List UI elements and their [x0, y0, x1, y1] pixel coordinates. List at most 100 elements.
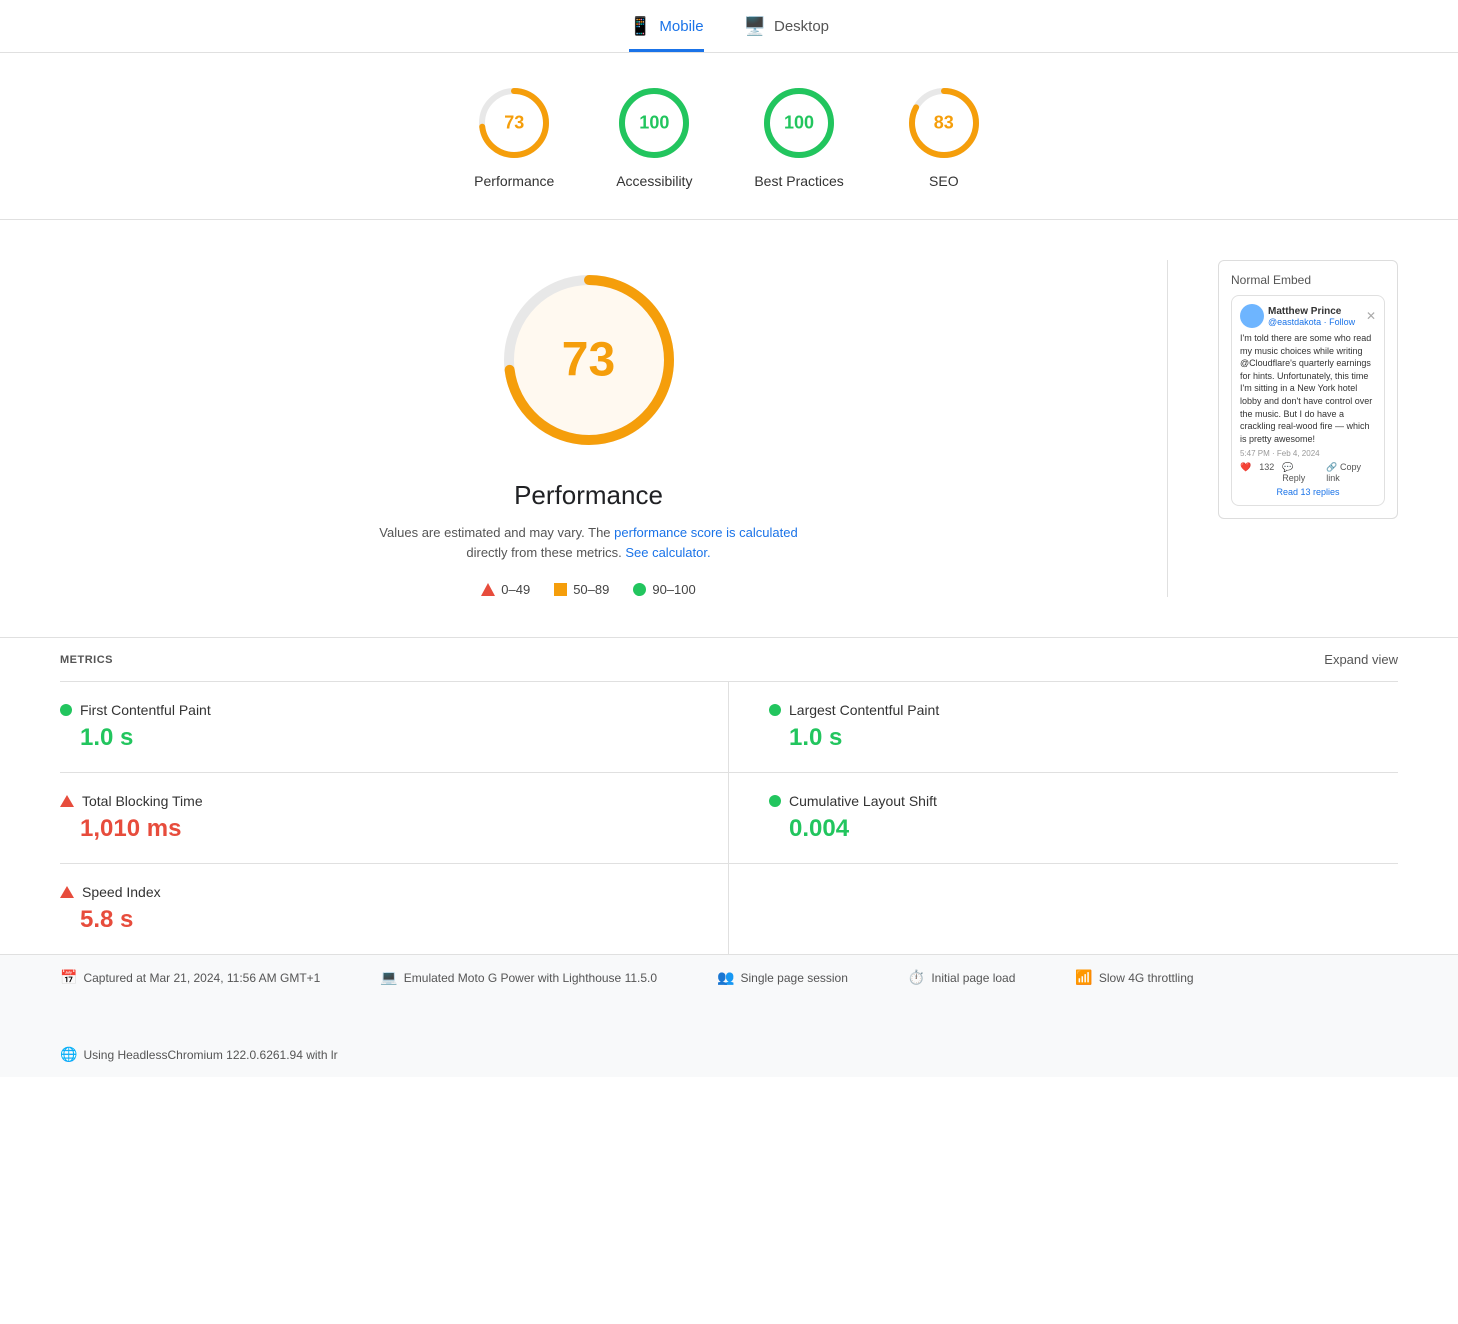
footer-device-text: Emulated Moto G Power with Lighthouse 11… [404, 971, 657, 985]
score-value-seo: 83 [934, 113, 954, 134]
tab-mobile[interactable]: 📱 Mobile [629, 16, 704, 52]
expand-view-button[interactable]: Expand view [1324, 652, 1398, 667]
tweet-like-icon: ❤️ [1240, 462, 1251, 483]
metric-header-lcp: Largest Contentful Paint [769, 702, 1398, 718]
gauge-best-practices: 100 [759, 83, 839, 163]
embed-card: Normal Embed Matthew Prince @eastdakota … [1218, 260, 1398, 519]
score-card-seo[interactable]: 83 SEO [904, 83, 984, 189]
metrics-label: METRICS [60, 654, 113, 666]
footer-item-browser: 🌐 Using HeadlessChromium 122.0.6261.94 w… [60, 1046, 338, 1063]
performance-score-link[interactable]: performance score is calculated [614, 525, 798, 540]
tweet-username: Matthew Prince [1268, 306, 1355, 317]
legend-range-avg: 50–89 [573, 582, 609, 597]
metric-indicator-fcp [60, 704, 72, 716]
footer-item-throttling: 📶 Slow 4G throttling [1075, 969, 1193, 986]
metric-name-cls: Cumulative Layout Shift [789, 793, 937, 809]
legend-range-bad: 0–49 [501, 582, 530, 597]
performance-description: Values are estimated and may vary. The p… [379, 523, 797, 562]
score-row: 73 Performance 100 Accessibility 100 Bes… [0, 53, 1458, 220]
score-value-performance: 73 [504, 113, 524, 134]
metric-name-si: Speed Index [82, 884, 161, 900]
metric-item-fcp: First Contentful Paint 1.0 s [60, 682, 729, 773]
laptop-icon: 💻 [380, 969, 397, 986]
tweet-replies-link[interactable]: Read 13 replies [1276, 487, 1339, 497]
metric-item-si: Speed Index 5.8 s [60, 864, 729, 954]
main-content: 73 Performance Values are estimated and … [0, 220, 1458, 637]
tweet-avatar [1240, 304, 1264, 328]
footer-session-text: Single page session [740, 971, 847, 985]
metrics-header: METRICS Expand view [60, 638, 1398, 681]
score-value-accessibility: 100 [639, 113, 669, 134]
tab-desktop-label: Desktop [774, 18, 829, 35]
metric-header-fcp: First Contentful Paint [60, 702, 688, 718]
footer-throttling-text: Slow 4G throttling [1099, 971, 1194, 985]
desktop-icon: 🖥️ [744, 16, 766, 37]
score-card-performance[interactable]: 73 Performance [474, 83, 554, 189]
tweet-user-info: Matthew Prince @eastdakota · Follow [1268, 306, 1355, 327]
performance-desc-continued: directly from these metrics. [466, 545, 621, 560]
score-card-best-practices[interactable]: 100 Best Practices [754, 83, 843, 189]
gauge-accessibility: 100 [614, 83, 694, 163]
footer-item-session: 👥 Single page session [717, 969, 848, 986]
timer-icon: ⏱️ [908, 969, 925, 986]
footer-item-device: 💻 Emulated Moto G Power with Lighthouse … [380, 969, 657, 986]
tweet-body: I'm told there are some who read my musi… [1240, 332, 1376, 445]
metric-name-lcp: Largest Contentful Paint [789, 702, 939, 718]
metric-value-lcp: 1.0 s [789, 724, 1398, 752]
metric-value-tbt: 1,010 ms [80, 815, 688, 843]
footer-browser-text: Using HeadlessChromium 122.0.6261.94 wit… [83, 1048, 337, 1062]
tweet-header: Matthew Prince @eastdakota · Follow ✕ [1240, 304, 1376, 328]
legend-item-bad: 0–49 [481, 582, 530, 597]
footer-load-text: Initial page load [931, 971, 1015, 985]
legend-square-icon [554, 583, 567, 596]
calculator-link-text: See calculator. [625, 545, 710, 560]
metric-item-lcp: Largest Contentful Paint 1.0 s [729, 682, 1398, 773]
score-card-accessibility[interactable]: 100 Accessibility [614, 83, 694, 189]
tab-bar: 📱 Mobile 🖥️ Desktop [0, 0, 1458, 53]
calendar-icon: 📅 [60, 969, 77, 986]
tweet-read-replies[interactable]: Read 13 replies [1240, 487, 1376, 497]
tweet-close-button[interactable]: ✕ [1366, 309, 1376, 323]
performance-desc-text: Values are estimated and may vary. The [379, 525, 610, 540]
score-value-best-practices: 100 [784, 113, 814, 134]
legend-item-good: 90–100 [633, 582, 695, 597]
metric-indicator-cls [769, 795, 781, 807]
legend-circle-icon [633, 583, 646, 596]
tweet-actions: ❤️ 132 💬 Reply 🔗 Copy link [1240, 462, 1376, 483]
calculator-link[interactable]: See calculator. [625, 545, 710, 560]
footer-item-captured: 📅 Captured at Mar 21, 2024, 11:56 AM GMT… [60, 969, 320, 986]
score-label-accessibility: Accessibility [616, 173, 692, 189]
left-panel: 73 Performance Values are estimated and … [60, 260, 1117, 597]
metric-value-fcp: 1.0 s [80, 724, 688, 752]
mobile-icon: 📱 [629, 16, 651, 37]
tab-mobile-label: Mobile [659, 18, 703, 35]
right-panel: Normal Embed Matthew Prince @eastdakota … [1218, 260, 1398, 597]
panel-divider [1167, 260, 1168, 597]
main-score-title: Performance [514, 480, 663, 511]
embed-tweet: Matthew Prince @eastdakota · Follow ✕ I'… [1231, 295, 1385, 506]
score-label-best-practices: Best Practices [754, 173, 843, 189]
tweet-handle: @eastdakota · Follow [1268, 317, 1355, 327]
metric-indicator-si [60, 886, 74, 898]
big-gauge-container: 73 [489, 260, 689, 460]
metric-header-si: Speed Index [60, 884, 688, 900]
gauge-seo: 83 [904, 83, 984, 163]
metric-indicator-tbt [60, 795, 74, 807]
metric-header-tbt: Total Blocking Time [60, 793, 688, 809]
tweet-copy-button[interactable]: 🔗 Copy link [1326, 462, 1376, 483]
metric-value-cls: 0.004 [789, 815, 1398, 843]
metric-name-tbt: Total Blocking Time [82, 793, 203, 809]
users-icon: 👥 [717, 969, 734, 986]
score-label-seo: SEO [929, 173, 959, 189]
footer-captured-text: Captured at Mar 21, 2024, 11:56 AM GMT+1 [83, 971, 320, 985]
metric-header-cls: Cumulative Layout Shift [769, 793, 1398, 809]
globe-icon: 🌐 [60, 1046, 77, 1063]
metric-item-tbt: Total Blocking Time 1,010 ms [60, 773, 729, 864]
metric-item-cls: Cumulative Layout Shift 0.004 [729, 773, 1398, 864]
tab-desktop[interactable]: 🖥️ Desktop [744, 16, 829, 52]
metric-value-si: 5.8 s [80, 906, 688, 934]
metrics-grid-empty [729, 864, 1398, 954]
footer: 📅 Captured at Mar 21, 2024, 11:56 AM GMT… [0, 954, 1458, 1077]
signal-icon: 📶 [1075, 969, 1092, 986]
tweet-reply-button[interactable]: 💬 Reply [1282, 462, 1318, 483]
